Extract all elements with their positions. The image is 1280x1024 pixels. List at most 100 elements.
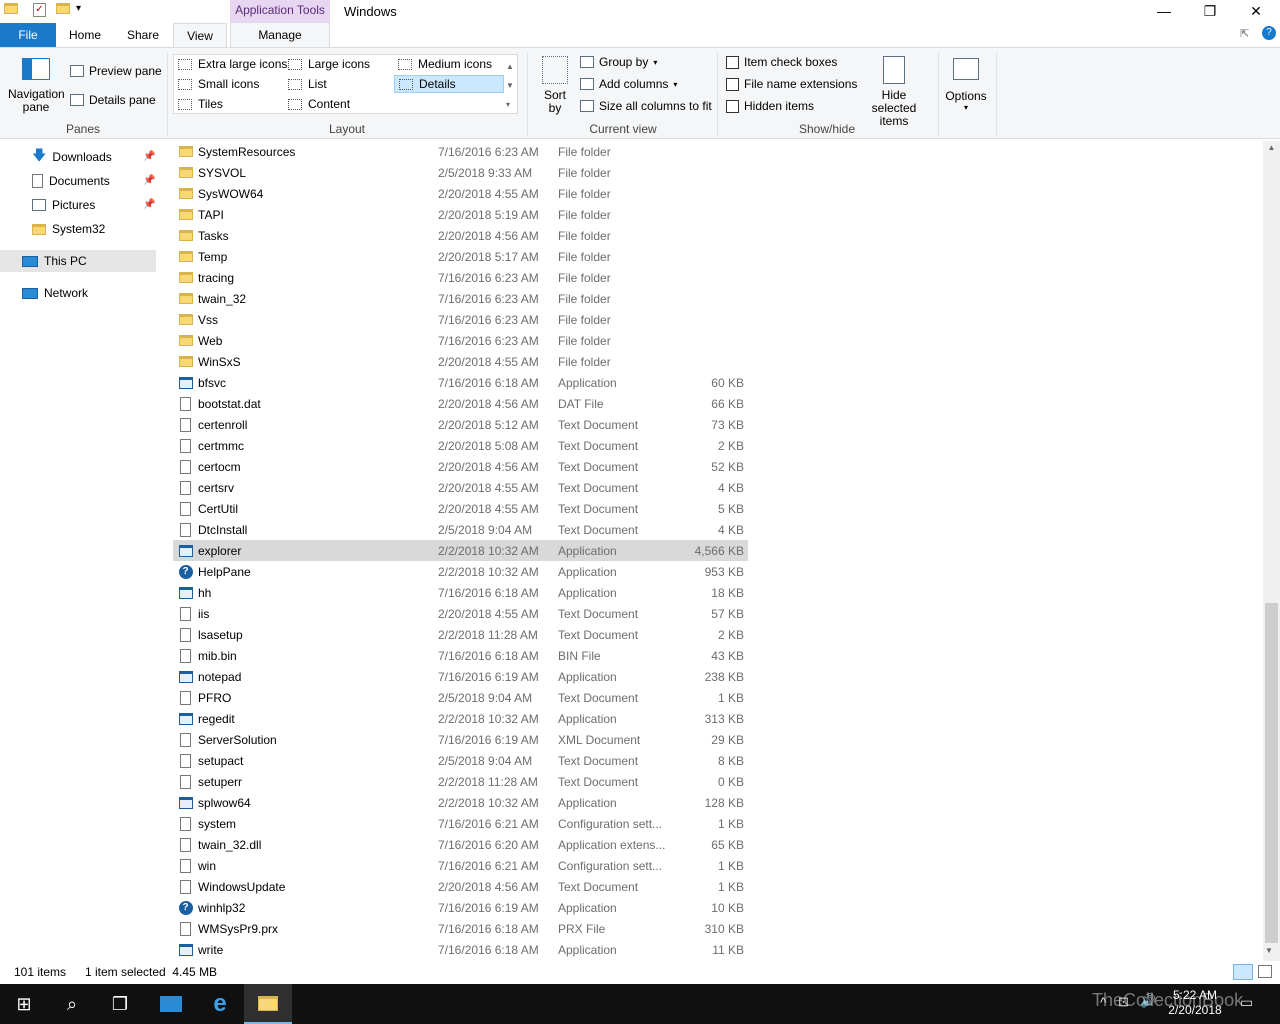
file-row[interactable]: SysWOW64 2/20/2018 4:55 AM File folder xyxy=(173,183,748,204)
item-check-boxes-toggle[interactable]: Item check boxes xyxy=(726,55,837,69)
file-row[interactable]: write 7/16/2016 6:18 AM Application 11 KB xyxy=(173,939,748,960)
file-row[interactable]: certsrv 2/20/2018 4:55 AM Text Document 4 K… xyxy=(173,477,748,498)
layout-large-icons[interactable]: Large icons xyxy=(288,57,370,71)
file-row[interactable]: splwow64 2/2/2018 10:32 AM Application 128 … xyxy=(173,792,748,813)
file-row[interactable]: explorer 2/2/2018 10:32 AM Application 4,56… xyxy=(173,540,748,561)
properties-icon[interactable]: ✓ xyxy=(33,3,46,17)
layout-content[interactable]: Content xyxy=(288,97,350,111)
tab-home[interactable]: Home xyxy=(60,23,110,47)
volume-icon[interactable]: 🔊 xyxy=(1140,993,1156,1009)
preview-pane-button[interactable]: Preview pane xyxy=(70,64,162,78)
tab-file[interactable]: File xyxy=(0,23,56,47)
internet-explorer-button[interactable]: e xyxy=(196,984,244,1024)
file-row[interactable]: mib.bin 7/16/2016 6:18 AM BIN File 43 KB xyxy=(173,645,748,666)
file-row[interactable]: certocm 2/20/2018 4:56 AM Text Document 52 … xyxy=(173,456,748,477)
file-row[interactable]: lsasetup 2/2/2018 11:28 AM Text Document 2 … xyxy=(173,624,748,645)
nav-item-system32[interactable]: System32 xyxy=(32,218,105,240)
file-row[interactable]: certmmc 2/20/2018 5:08 AM Text Document 2 K… xyxy=(173,435,748,456)
file-row[interactable]: DtcInstall 2/5/2018 9:04 AM Text Document 4… xyxy=(173,519,748,540)
file-row[interactable]: twain_32.dll 7/16/2016 6:20 AM Application… xyxy=(173,834,748,855)
hidden-items-toggle[interactable]: Hidden items xyxy=(726,99,814,113)
action-center-icon[interactable]: ▭ xyxy=(1240,994,1253,1011)
file-row[interactable]: WindowsUpdate 2/20/2018 4:56 AM Text Docum… xyxy=(173,876,748,897)
file-row[interactable]: certenroll 2/20/2018 5:12 AM Text Document… xyxy=(173,414,748,435)
file-name-extensions-toggle[interactable]: File name extensions xyxy=(726,77,857,91)
details-pane-button[interactable]: Details pane xyxy=(70,93,156,107)
file-row[interactable]: SystemResources 7/16/2016 6:23 AM File fol… xyxy=(173,141,748,162)
group-by-button[interactable]: Group by ▾ xyxy=(580,55,657,69)
scroll-down-icon[interactable]: ▼ xyxy=(1265,946,1273,955)
search-button[interactable]: ⌕ xyxy=(48,984,96,1024)
file-row[interactable]: Web 7/16/2016 6:23 AM File folder xyxy=(173,330,748,351)
sort-by-button[interactable]: Sort by xyxy=(539,56,571,115)
tab-view[interactable]: View xyxy=(173,23,227,48)
file-row[interactable]: win 7/16/2016 6:21 AM Configuration sett..… xyxy=(173,855,748,876)
file-row[interactable]: ? HelpPane 2/2/2018 10:32 AM Application 953… xyxy=(173,561,748,582)
file-row[interactable]: setupact 2/5/2018 9:04 AM Text Document 8 K… xyxy=(173,750,748,771)
file-row[interactable]: SYSVOL 2/5/2018 9:33 AM File folder xyxy=(173,162,748,183)
file-row[interactable]: TAPI 2/20/2018 5:19 AM File folder xyxy=(173,204,748,225)
clock[interactable]: 5:22 AM 2/20/2018 xyxy=(1160,988,1230,1018)
file-row[interactable]: regedit 2/2/2018 10:32 AM Application 313 K… xyxy=(173,708,748,729)
file-explorer-button[interactable] xyxy=(244,984,292,1024)
file-row[interactable]: setuperr 2/2/2018 11:28 AM Text Document 0 … xyxy=(173,771,748,792)
file-row[interactable]: ? winhlp32 7/16/2016 6:19 AM Application 10 … xyxy=(173,897,748,918)
file-row[interactable]: system 7/16/2016 6:21 AM Configuration set… xyxy=(173,813,748,834)
new-folder-icon[interactable] xyxy=(56,3,72,19)
file-row[interactable]: WMSysPr9.prx 7/16/2016 6:18 AM PRX File 310… xyxy=(173,918,748,939)
checkbox[interactable] xyxy=(726,55,739,69)
network-tray-icon[interactable]: ⊡ xyxy=(1118,994,1129,1010)
pin-icon[interactable]: 📌 xyxy=(143,175,155,186)
file-row[interactable]: CertUtil 2/20/2018 4:55 AM Text Document 5 … xyxy=(173,498,748,519)
tab-manage[interactable]: Manage xyxy=(230,23,330,48)
file-row[interactable]: bfsvc 7/16/2016 6:18 AM Application 60 KB xyxy=(173,372,748,393)
options-button[interactable]: Options ▾ xyxy=(944,58,988,112)
layout-medium-icons[interactable]: Medium icons xyxy=(398,57,492,71)
file-row[interactable]: iis 2/20/2018 4:55 AM Text Document 57 KB xyxy=(173,603,748,624)
show-hidden-icons[interactable]: ^ xyxy=(1100,994,1107,1010)
task-view-button[interactable]: ❐ xyxy=(96,984,144,1024)
nav-item-documents[interactable]: Documents xyxy=(32,170,110,192)
checkbox[interactable] xyxy=(726,77,739,91)
layout-list[interactable]: List xyxy=(288,77,327,91)
scrollbar-thumb[interactable] xyxy=(1265,603,1278,943)
file-row[interactable]: bootstat.dat 2/20/2018 4:56 AM DAT File 66 … xyxy=(173,393,748,414)
file-row[interactable]: twain_32 7/16/2016 6:23 AM File folder xyxy=(173,288,748,309)
nav-item-this-pc[interactable]: This PC xyxy=(0,250,156,272)
large-icons-view-icon[interactable] xyxy=(1258,965,1272,978)
file-row[interactable]: Temp 2/20/2018 5:17 AM File folder xyxy=(173,246,748,267)
file-row[interactable]: tracing 7/16/2016 6:23 AM File folder xyxy=(173,267,748,288)
file-row[interactable]: PFRO 2/5/2018 9:04 AM Text Document 1 KB xyxy=(173,687,748,708)
start-button[interactable]: ⊞ xyxy=(0,984,48,1024)
file-row[interactable]: ServerSolution 7/16/2016 6:19 AM XML Docum… xyxy=(173,729,748,750)
minimize-button[interactable]: — xyxy=(1141,0,1187,23)
add-columns-button[interactable]: Add columns ▾ xyxy=(580,77,677,91)
details-view-icon[interactable] xyxy=(1233,964,1253,980)
close-button[interactable]: ✕ xyxy=(1233,0,1279,23)
pin-icon[interactable]: 📌 xyxy=(143,199,155,210)
file-row[interactable]: WinSxS 2/20/2018 4:55 AM File folder xyxy=(173,351,748,372)
file-row[interactable]: Vss 7/16/2016 6:23 AM File folder xyxy=(173,309,748,330)
layout-small-icons[interactable]: Small icons xyxy=(178,77,259,91)
pin-icon[interactable]: 📌 xyxy=(143,151,155,162)
hide-selected-items-button[interactable]: Hide selected items xyxy=(858,56,930,128)
nav-item-network[interactable]: Network xyxy=(22,282,88,304)
help-icon[interactable]: ? xyxy=(1262,26,1276,40)
navigation-pane-button[interactable]: Navigation pane xyxy=(8,58,65,114)
layout-details[interactable]: Details xyxy=(394,75,504,93)
layout-tiles[interactable]: Tiles xyxy=(178,97,223,111)
file-row[interactable]: hh 7/16/2016 6:18 AM Application 18 KB xyxy=(173,582,748,603)
tab-share[interactable]: Share xyxy=(118,23,168,47)
file-row[interactable]: Tasks 2/20/2018 4:56 AM File folder xyxy=(173,225,748,246)
customize-toolbar-icon[interactable]: ▾ xyxy=(76,3,92,19)
server-manager-button[interactable] xyxy=(147,984,195,1024)
layout-extra-large-icons[interactable]: Extra large icons xyxy=(178,57,287,71)
file-row[interactable]: notepad 7/16/2016 6:19 AM Application 238 K… xyxy=(173,666,748,687)
gallery-scroll-icon[interactable]: ▲ ▼ ▾ xyxy=(506,57,514,114)
nav-item-downloads[interactable]: 🡇 Downloads xyxy=(32,146,112,168)
expand-ribbon-icon[interactable]: ⇱ xyxy=(1240,27,1249,40)
scroll-up-icon[interactable]: ▲ xyxy=(1263,143,1280,152)
nav-item-pictures[interactable]: Pictures xyxy=(32,194,95,216)
checkbox[interactable] xyxy=(726,99,739,113)
size-columns-button[interactable]: Size all columns to fit xyxy=(580,99,712,113)
